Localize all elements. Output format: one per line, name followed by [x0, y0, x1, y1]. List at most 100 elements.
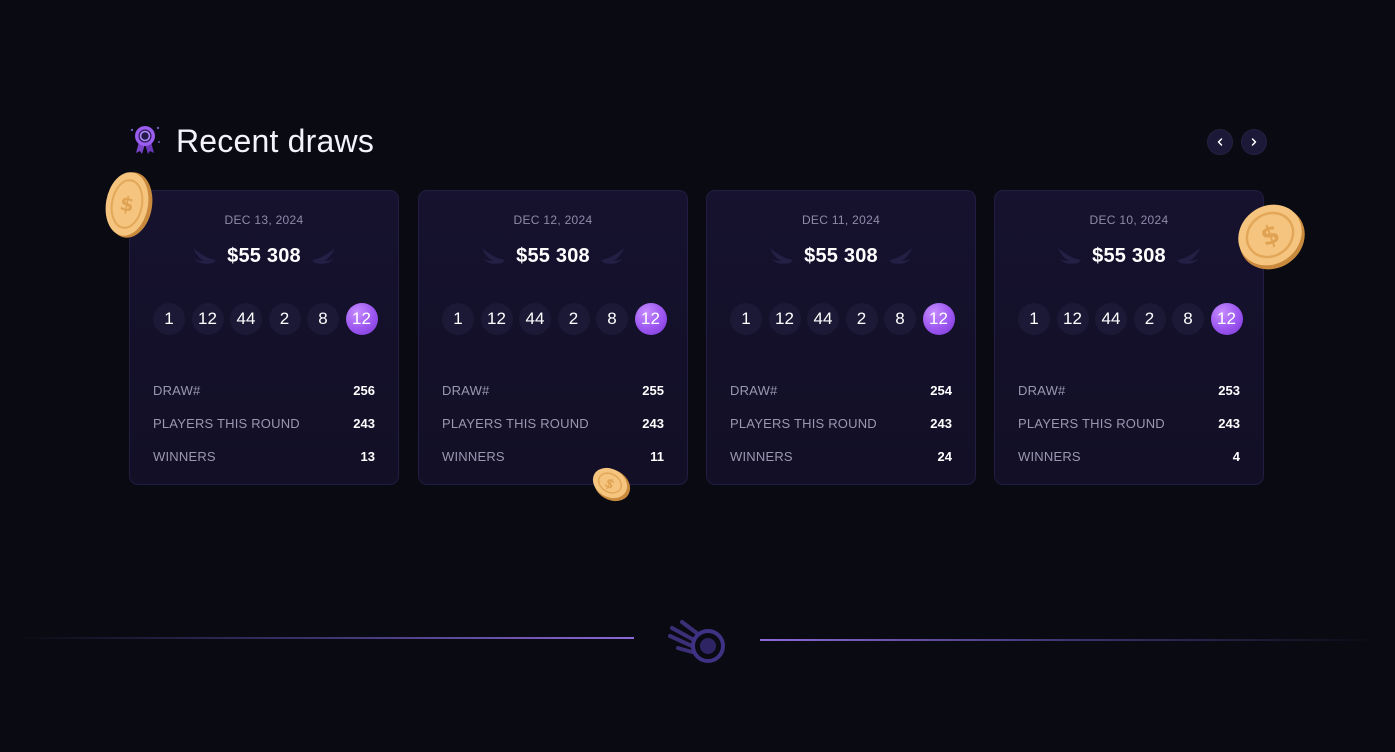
number-ball: 44 — [230, 303, 262, 335]
stat-players: PLAYERS THIS ROUND 243 — [1018, 414, 1240, 432]
chevron-right-icon — [1251, 138, 1257, 146]
stat-draw-number: DRAW# 255 — [442, 381, 664, 399]
draw-card[interactable]: DEC 13, 2024 $55 308 1 12 44 2 8 12 DRAW… — [129, 190, 399, 485]
coin-icon: $ — [1238, 204, 1305, 270]
number-ball: 2 — [1133, 303, 1166, 335]
number-ball: 44 — [1095, 303, 1127, 335]
stat-label: PLAYERS THIS ROUND — [730, 415, 877, 431]
bonus-ball: 12 — [345, 303, 378, 335]
draw-date: DEC 11, 2024 — [801, 213, 881, 227]
prize-row: $55 308 — [995, 241, 1263, 271]
wing-right-icon — [1176, 248, 1200, 264]
number-ball: 2 — [557, 303, 590, 335]
bonus-ball: 12 — [922, 303, 955, 335]
stat-players: PLAYERS THIS ROUND 243 — [153, 414, 375, 432]
number-ball: 1 — [1018, 303, 1050, 335]
draw-date: DEC 10, 2024 — [1089, 213, 1169, 227]
stat-label: WINNERS — [730, 448, 793, 464]
bonus-ball: 12 — [1210, 303, 1243, 335]
wing-left-icon — [193, 248, 217, 264]
stat-label: WINNERS — [442, 448, 505, 464]
prize-amount: $55 308 — [804, 244, 878, 267]
number-balls: 1 12 44 2 8 12 — [730, 303, 961, 335]
stat-players: PLAYERS THIS ROUND 243 — [730, 414, 952, 432]
page-title: Recent draws — [176, 123, 375, 159]
stat-draw-number: DRAW# 253 — [1018, 381, 1240, 399]
stat-label: DRAW# — [442, 382, 490, 398]
prize-row: $55 308 — [130, 241, 398, 271]
prize-row: $55 308 — [707, 241, 975, 271]
draw-card[interactable]: DEC 11, 2024 $55 308 1 12 44 2 8 12 DRAW… — [706, 190, 976, 485]
section-header: Recent draws — [128, 118, 1267, 164]
award-ribbon-icon — [130, 126, 160, 154]
stat-value: 11 — [650, 448, 664, 464]
number-ball: 44 — [519, 303, 551, 335]
stat-label: PLAYERS THIS ROUND — [153, 415, 300, 431]
stat-label: DRAW# — [153, 382, 201, 398]
number-balls: 1 12 44 2 8 12 — [442, 303, 673, 335]
prize-amount: $55 308 — [1092, 244, 1166, 267]
stat-draw-number: DRAW# 256 — [153, 381, 375, 399]
next-button[interactable] — [1241, 129, 1267, 155]
stat-label: WINNERS — [1018, 448, 1081, 464]
prize-amount: $55 308 — [227, 244, 301, 267]
stat-value: 256 — [353, 382, 375, 398]
stat-value: 24 — [937, 448, 952, 464]
draw-card[interactable]: DEC 10, 2024 $55 308 1 12 44 2 8 12 DRAW… — [994, 190, 1264, 485]
wing-left-icon — [482, 248, 506, 264]
wing-left-icon — [770, 248, 794, 264]
stat-label: DRAW# — [730, 382, 778, 398]
coin-icon: $ — [592, 467, 631, 502]
comet-logo-icon — [668, 620, 725, 663]
prev-button[interactable] — [1207, 129, 1233, 155]
draw-cards: DEC 13, 2024 $55 308 1 12 44 2 8 12 DRAW… — [129, 190, 1267, 488]
wing-right-icon — [600, 248, 624, 264]
number-ball: 44 — [807, 303, 839, 335]
bonus-ball: 12 — [634, 303, 667, 335]
stat-value: 253 — [1218, 382, 1240, 398]
wing-right-icon — [888, 248, 912, 264]
number-ball: 1 — [730, 303, 762, 335]
number-balls: 1 12 44 2 8 12 — [153, 303, 384, 335]
number-ball: 1 — [153, 303, 185, 335]
number-ball: 8 — [307, 303, 339, 335]
stat-draw-number: DRAW# 254 — [730, 381, 952, 399]
stat-winners: WINNERS 13 — [153, 447, 375, 465]
stat-value: 255 — [642, 382, 664, 398]
footer-divider-left — [14, 637, 634, 639]
number-ball: 8 — [596, 303, 628, 335]
stat-value: 243 — [930, 415, 952, 431]
stat-winners: WINNERS 4 — [1018, 447, 1240, 465]
stat-label: PLAYERS THIS ROUND — [1018, 415, 1165, 431]
number-ball: 1 — [442, 303, 474, 335]
coin-icon: $ — [105, 172, 153, 238]
number-ball: 8 — [1172, 303, 1204, 335]
number-ball: 12 — [1056, 303, 1089, 335]
recent-draws-page: Recent draws DEC 13, 2024 $55 308 1 12 4… — [0, 0, 1395, 752]
draw-card[interactable]: DEC 12, 2024 $55 308 1 12 44 2 8 12 DRAW… — [418, 190, 688, 485]
number-ball: 12 — [191, 303, 224, 335]
stat-players: PLAYERS THIS ROUND 243 — [442, 414, 664, 432]
prize-row: $55 308 — [419, 241, 687, 271]
chevron-left-icon — [1217, 138, 1223, 146]
stat-label: DRAW# — [1018, 382, 1066, 398]
stat-value: 243 — [353, 415, 375, 431]
stat-value: 13 — [360, 448, 375, 464]
wing-right-icon — [311, 248, 335, 264]
draw-date: DEC 12, 2024 — [513, 213, 593, 227]
stat-value: 243 — [1218, 415, 1240, 431]
number-ball: 2 — [845, 303, 878, 335]
number-ball: 8 — [884, 303, 916, 335]
stat-winners: WINNERS 24 — [730, 447, 952, 465]
number-ball: 2 — [268, 303, 301, 335]
number-balls: 1 12 44 2 8 12 — [1018, 303, 1249, 335]
stat-label: PLAYERS THIS ROUND — [442, 415, 589, 431]
number-ball: 12 — [480, 303, 513, 335]
footer-divider-right — [760, 639, 1380, 641]
wing-left-icon — [1058, 248, 1082, 264]
stat-value: 4 — [1232, 448, 1240, 464]
stat-value: 254 — [930, 382, 952, 398]
stat-label: WINNERS — [153, 448, 216, 464]
number-ball: 12 — [768, 303, 801, 335]
prize-amount: $55 308 — [516, 244, 590, 267]
